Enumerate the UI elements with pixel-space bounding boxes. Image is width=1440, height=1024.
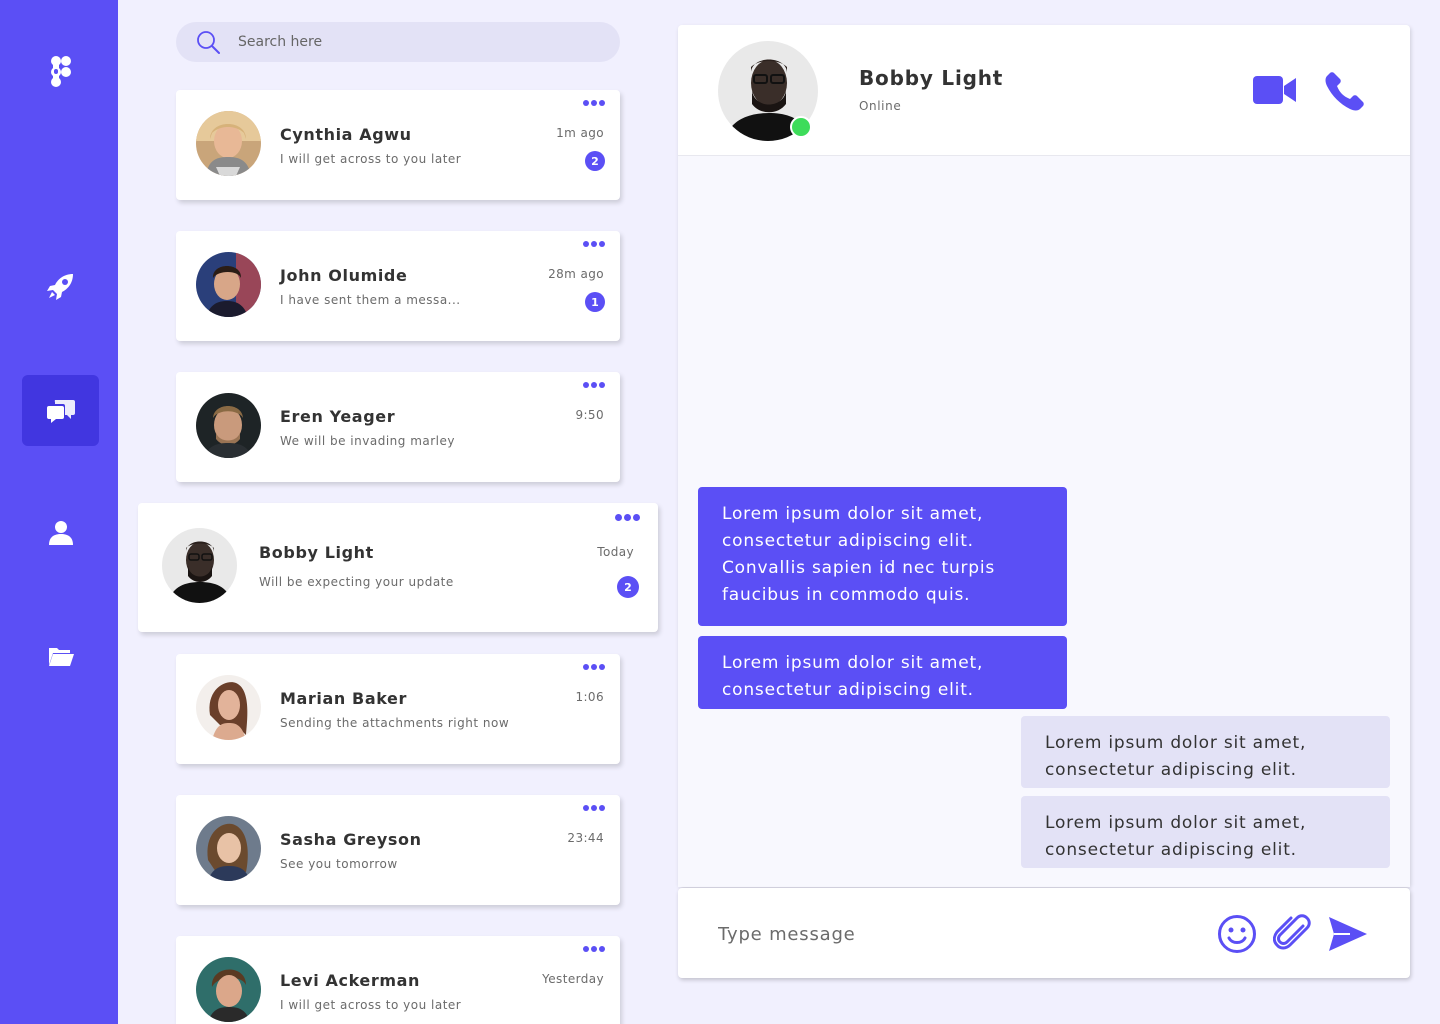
sidebar <box>0 0 118 1024</box>
contact-card-eren-yeager[interactable]: Eren Yeager We will be invading marley 9… <box>176 372 620 482</box>
app-logo-icon[interactable] <box>22 36 99 107</box>
contact-card-john-olumide[interactable]: John Olumide I have sent them a messa...… <box>176 231 620 341</box>
contact-time: 9:50 <box>575 408 604 422</box>
contact-time: 1:06 <box>575 690 604 704</box>
message-bubble-outgoing: Lorem ipsum dolor sit amet, consectetur … <box>698 487 1067 626</box>
message-composer <box>678 888 1410 978</box>
contact-last-message: We will be invading marley <box>280 434 455 448</box>
contact-time: 28m ago <box>548 267 604 281</box>
more-options-icon[interactable] <box>615 514 640 521</box>
folder-icon[interactable] <box>22 620 99 691</box>
contact-name: Marian Baker <box>280 689 407 708</box>
unread-badge: 2 <box>585 151 605 171</box>
contact-name: Cynthia Agwu <box>280 125 412 144</box>
message-bubble-incoming: Lorem ipsum dolor sit amet, consectetur … <box>1021 796 1390 868</box>
emoji-icon[interactable] <box>1217 914 1257 958</box>
phone-call-icon[interactable] <box>1325 71 1365 115</box>
more-options-icon[interactable] <box>583 946 605 952</box>
more-options-icon[interactable] <box>583 100 605 106</box>
online-indicator <box>790 116 812 138</box>
contact-card-cynthia-agwu[interactable]: Cynthia Agwu I will get across to you la… <box>176 90 620 200</box>
attachment-icon[interactable] <box>1272 914 1311 958</box>
more-options-icon[interactable] <box>583 805 605 811</box>
contact-name: Sasha Greyson <box>280 830 422 849</box>
message-list: Lorem ipsum dolor sit amet, consectetur … <box>678 156 1410 887</box>
more-options-icon[interactable] <box>583 382 605 388</box>
chat-contact-status: Online <box>859 99 902 113</box>
avatar <box>196 675 261 740</box>
contact-card-levi-ackerman[interactable]: Levi Ackerman I will get across to you l… <box>176 936 620 1024</box>
contact-last-message: I will get across to you later <box>280 152 462 166</box>
more-options-icon[interactable] <box>583 664 605 670</box>
send-icon[interactable] <box>1328 915 1368 957</box>
contact-name: Eren Yeager <box>280 407 396 426</box>
contact-last-message: I have sent them a messa... <box>280 293 461 307</box>
contact-last-message: Will be expecting your update <box>259 575 454 589</box>
avatar <box>162 528 237 603</box>
chat-icon[interactable] <box>22 375 99 446</box>
contact-last-message: Sending the attachments right now <box>280 716 510 730</box>
contact-card-sasha-greyson[interactable]: Sasha Greyson See you tomorrow 23:44 <box>176 795 620 905</box>
contact-name: Bobby Light <box>259 543 374 562</box>
video-call-icon[interactable] <box>1253 74 1297 110</box>
contact-name: Levi Ackerman <box>280 971 421 990</box>
search-bar[interactable] <box>176 22 620 62</box>
avatar <box>196 252 261 317</box>
contact-time: 1m ago <box>556 126 604 140</box>
contact-time: 23:44 <box>567 831 604 845</box>
unread-badge: 1 <box>585 292 605 312</box>
contact-card-marian-baker[interactable]: Marian Baker Sending the attachments rig… <box>176 654 620 764</box>
message-bubble-outgoing: Lorem ipsum dolor sit amet, consectetur … <box>698 636 1067 709</box>
unread-badge: 2 <box>617 576 639 598</box>
avatar <box>196 111 261 176</box>
avatar <box>196 393 261 458</box>
contact-name: John Olumide <box>280 266 408 285</box>
avatar <box>196 816 261 881</box>
search-icon <box>197 31 220 54</box>
user-icon[interactable] <box>22 497 99 568</box>
avatar <box>196 957 261 1022</box>
chat-contact-name: Bobby Light <box>859 66 1004 90</box>
message-bubble-incoming: Lorem ipsum dolor sit amet, consectetur … <box>1021 716 1390 788</box>
chat-header: Bobby Light Online <box>678 25 1410 156</box>
contact-last-message: I will get across to you later <box>280 998 462 1012</box>
search-input[interactable] <box>238 34 598 50</box>
contact-last-message: See you tomorrow <box>280 857 398 871</box>
more-options-icon[interactable] <box>583 241 605 247</box>
message-input[interactable] <box>718 920 1178 948</box>
chat-panel: Bobby Light Online Lorem ipsum dolor sit… <box>678 25 1410 887</box>
rocket-icon[interactable] <box>22 250 99 321</box>
contact-card-bobby-light[interactable]: Bobby Light Will be expecting your updat… <box>138 503 658 632</box>
contact-time: Yesterday <box>542 972 604 986</box>
contact-time: Today <box>597 545 634 559</box>
